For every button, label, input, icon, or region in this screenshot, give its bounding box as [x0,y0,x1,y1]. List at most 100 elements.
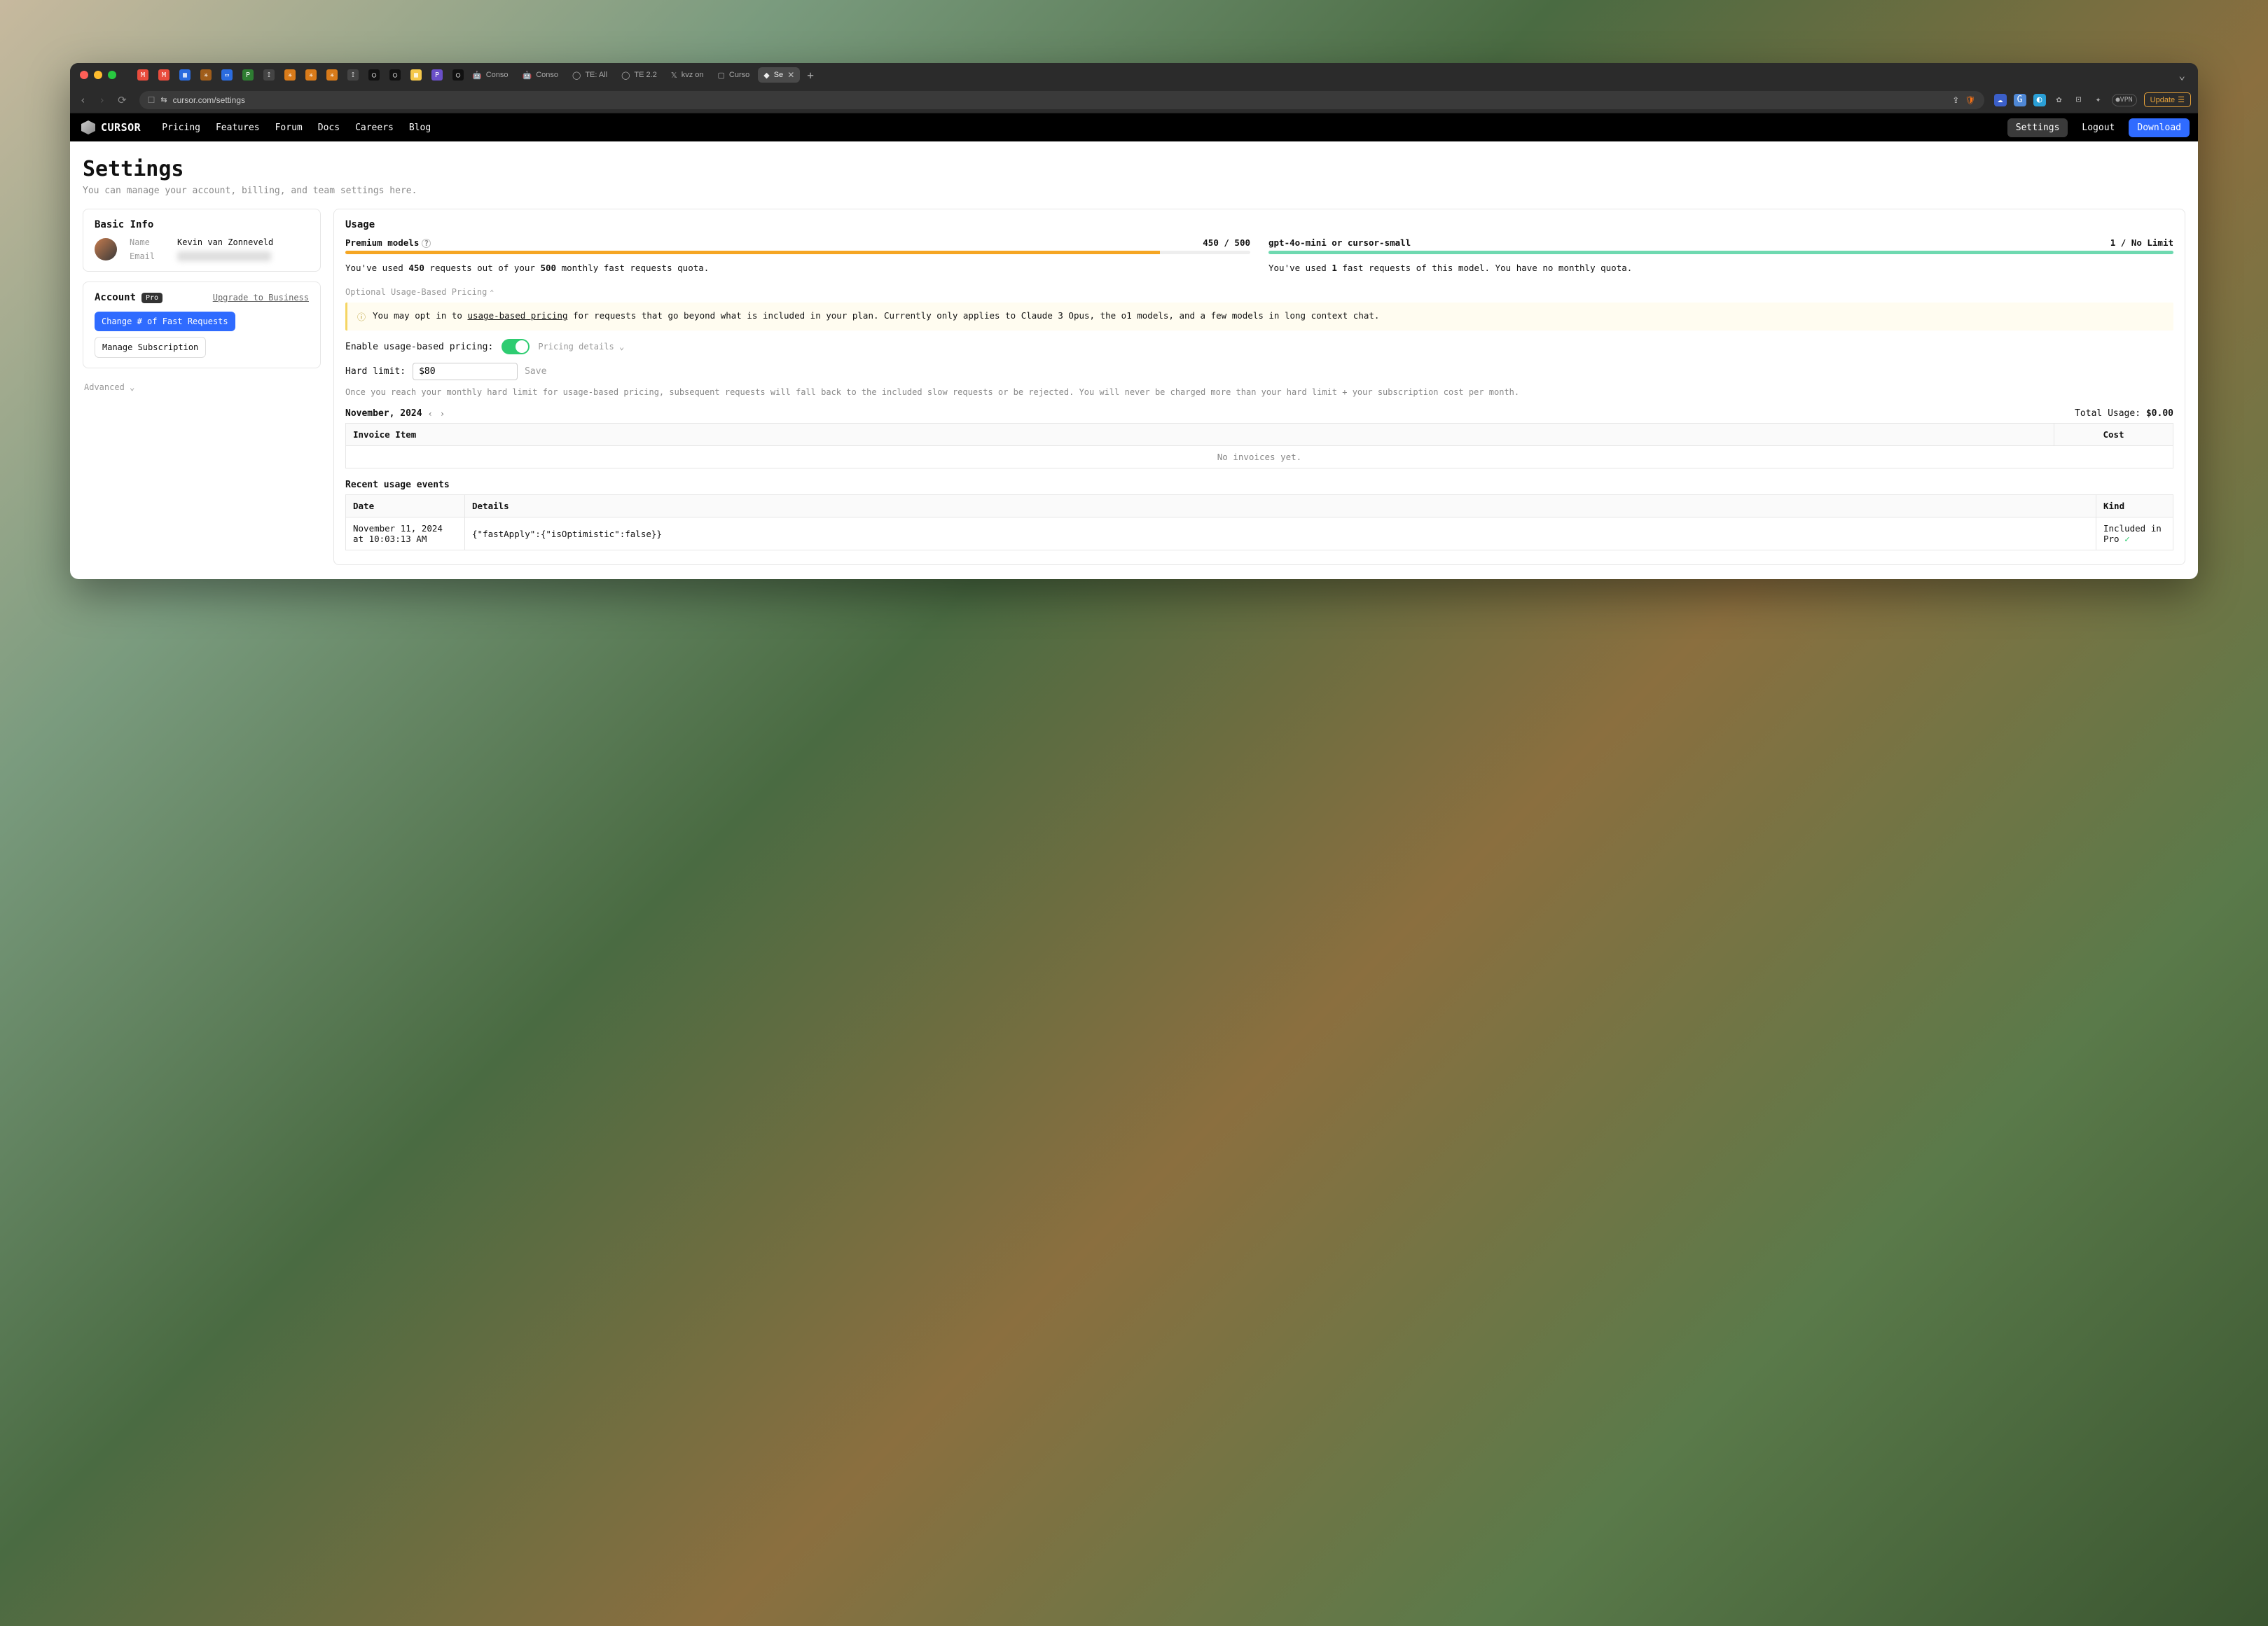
pinned-tab-icon[interactable]: ▦ [179,69,191,81]
change-fast-requests-button[interactable]: Change # of Fast Requests [95,312,235,331]
minimize-window-button[interactable] [94,71,102,79]
pinned-tab-icon[interactable]: P [431,69,443,81]
browser-toolbar: ‹ › ⟳ ☐ ⇆ cursor.com/settings ⇪ 🛡 ☁ G ◐ … [70,87,2198,113]
pinned-tab-icon[interactable]: ▭ [221,69,233,81]
hard-limit-input[interactable] [413,363,518,380]
hard-limit-note: Once you reach your monthly hard limit f… [345,386,2173,398]
nav-forum[interactable]: Forum [275,123,303,133]
nav-docs[interactable]: Docs [318,123,340,133]
mini-usage-block: gpt-4o-mini or cursor-small 1 / No Limit… [1268,237,2173,275]
mini-count: 1 / No Limit [2110,237,2173,248]
optional-pricing-toggle[interactable]: Optional Usage-Based Pricing⌃ [345,287,2173,297]
pinned-tab-icon[interactable]: P [242,69,254,81]
nav-blog[interactable]: Blog [409,123,431,133]
nav-settings[interactable]: Settings [2007,118,2068,137]
recent-events-heading: Recent usage events [345,480,2173,490]
pinned-tab-icon[interactable]: ⟟ [263,69,275,81]
total-usage: Total Usage: $0.00 [2075,408,2173,419]
pricing-details-link[interactable]: Pricing details ⌄ [538,342,624,352]
usage-heading: Usage [345,219,2173,230]
manage-subscription-button[interactable]: Manage Subscription [95,337,206,358]
email-label: Email [130,251,165,261]
mini-title: gpt-4o-mini or cursor-small [1268,237,1411,248]
upgrade-link[interactable]: Upgrade to Business [213,293,309,303]
premium-usage-block: Premium models? 450 / 500 You've used 45… [345,237,1250,275]
shield-icon[interactable]: 🛡 [1965,95,1975,105]
next-month-button[interactable]: › [438,409,446,419]
extension-icon[interactable]: G [2014,94,2026,106]
share-icon[interactable]: ⇪ [1952,95,1959,105]
nav-features[interactable]: Features [216,123,260,133]
pinned-tab-icon[interactable]: M [137,69,148,81]
event-date: November 11, 2024 at 10:03:13 AM [346,517,465,550]
name-value: Kevin van Zonneveld [177,237,273,247]
event-details: {"fastApply":{"isOptimistic":false}} [465,517,2096,550]
premium-usage-text: You've used 450 requests out of your 500… [345,261,1250,275]
check-icon: ✓ [2124,534,2130,544]
pinned-tab-icon[interactable]: ◯ [389,69,401,81]
browser-tab[interactable]: ◯TE 2.2 [616,68,663,83]
window-controls [76,71,120,79]
browser-tab[interactable]: 𝕏kvz on [665,68,710,83]
pinned-tab-icon[interactable]: ▦ [410,69,422,81]
premium-count: 450 / 500 [1203,237,1250,248]
reload-button[interactable]: ⟳ [115,92,130,108]
basic-info-heading: Basic Info [95,219,309,230]
plan-badge: Pro [141,293,163,303]
prev-month-button[interactable]: ‹ [427,409,434,419]
browser-update-button[interactable]: Update☰ [2144,92,2191,107]
date-header: Date [346,495,465,517]
extension-icon[interactable]: ✿ [2053,94,2066,106]
browser-tab[interactable]: ▢Curso [712,68,756,83]
browser-tab-active[interactable]: ◆Se✕ [758,67,800,83]
extensions-menu-icon[interactable]: ⊡ [2073,94,2085,106]
maximize-window-button[interactable] [108,71,116,79]
logo-mark-icon [81,120,95,134]
pinned-tab-icon[interactable]: M [158,69,170,81]
address-bar[interactable]: ☐ ⇆ cursor.com/settings ⇪ 🛡 [139,91,1984,109]
usage-based-pricing-link[interactable]: usage-based pricing [467,310,567,321]
page-content: CURSOR Pricing Features Forum Docs Caree… [70,113,2198,579]
hamburger-icon: ☰ [2178,95,2185,104]
tabs-overflow-button[interactable]: ⌄ [2171,69,2192,82]
hard-limit-label: Hard limit: [345,366,406,377]
browser-tab[interactable]: 🤖Conso [466,68,514,83]
info-icon[interactable]: ? [422,239,431,248]
forward-button[interactable]: › [96,92,108,108]
bookmark-icon[interactable]: ☐ [148,95,155,105]
page-title: Settings [83,157,2185,181]
save-button[interactable]: Save [525,366,546,377]
nav-pricing[interactable]: Pricing [162,123,200,133]
enable-pricing-toggle[interactable] [502,339,530,354]
extension-icon[interactable]: ☁ [1994,94,2007,106]
back-button[interactable]: ‹ [77,92,89,108]
brand-logo[interactable]: CURSOR [78,120,146,134]
pinned-tab-icon[interactable]: ◯ [368,69,380,81]
pinned-tab-icon[interactable]: ✳ [305,69,317,81]
pinned-tab-icon[interactable]: ✳ [284,69,296,81]
vpn-badge[interactable]: ● VPN [2112,94,2137,106]
pinned-tab-icon[interactable]: ✳ [200,69,212,81]
advanced-toggle[interactable]: Advanced ⌄ [83,378,321,396]
table-row: November 11, 2024 at 10:03:13 AM {"fastA… [346,517,2173,550]
extension-icon[interactable]: ◐ [2033,94,2046,106]
close-window-button[interactable] [80,71,88,79]
pinned-tab-icon[interactable]: ✳ [326,69,338,81]
extension-icon[interactable]: ✦ [2092,94,2105,106]
nav-logout[interactable]: Logout [2073,118,2123,137]
browser-tab[interactable]: ◯TE: All [567,68,613,83]
new-tab-button[interactable]: + [803,69,818,82]
name-label: Name [130,237,165,247]
pinned-tab-icon[interactable]: ◯ [452,69,464,81]
chevron-down-icon: ⌄ [130,382,134,392]
close-tab-icon[interactable]: ✕ [787,70,794,80]
pinned-tab-icon[interactable]: ⟟ [347,69,359,81]
avatar [95,238,117,260]
download-button[interactable]: Download [2129,118,2190,137]
basic-info-card: Basic Info Name Kevin van Zonneveld Emai… [83,209,321,272]
nav-careers[interactable]: Careers [355,123,394,133]
site-security-icon[interactable]: ⇆ [160,95,167,104]
browser-tab[interactable]: 🤖Conso [517,68,565,83]
info-icon: ⓘ [357,310,366,324]
invoice-table: Invoice Item Cost No invoices yet. [345,423,2173,468]
